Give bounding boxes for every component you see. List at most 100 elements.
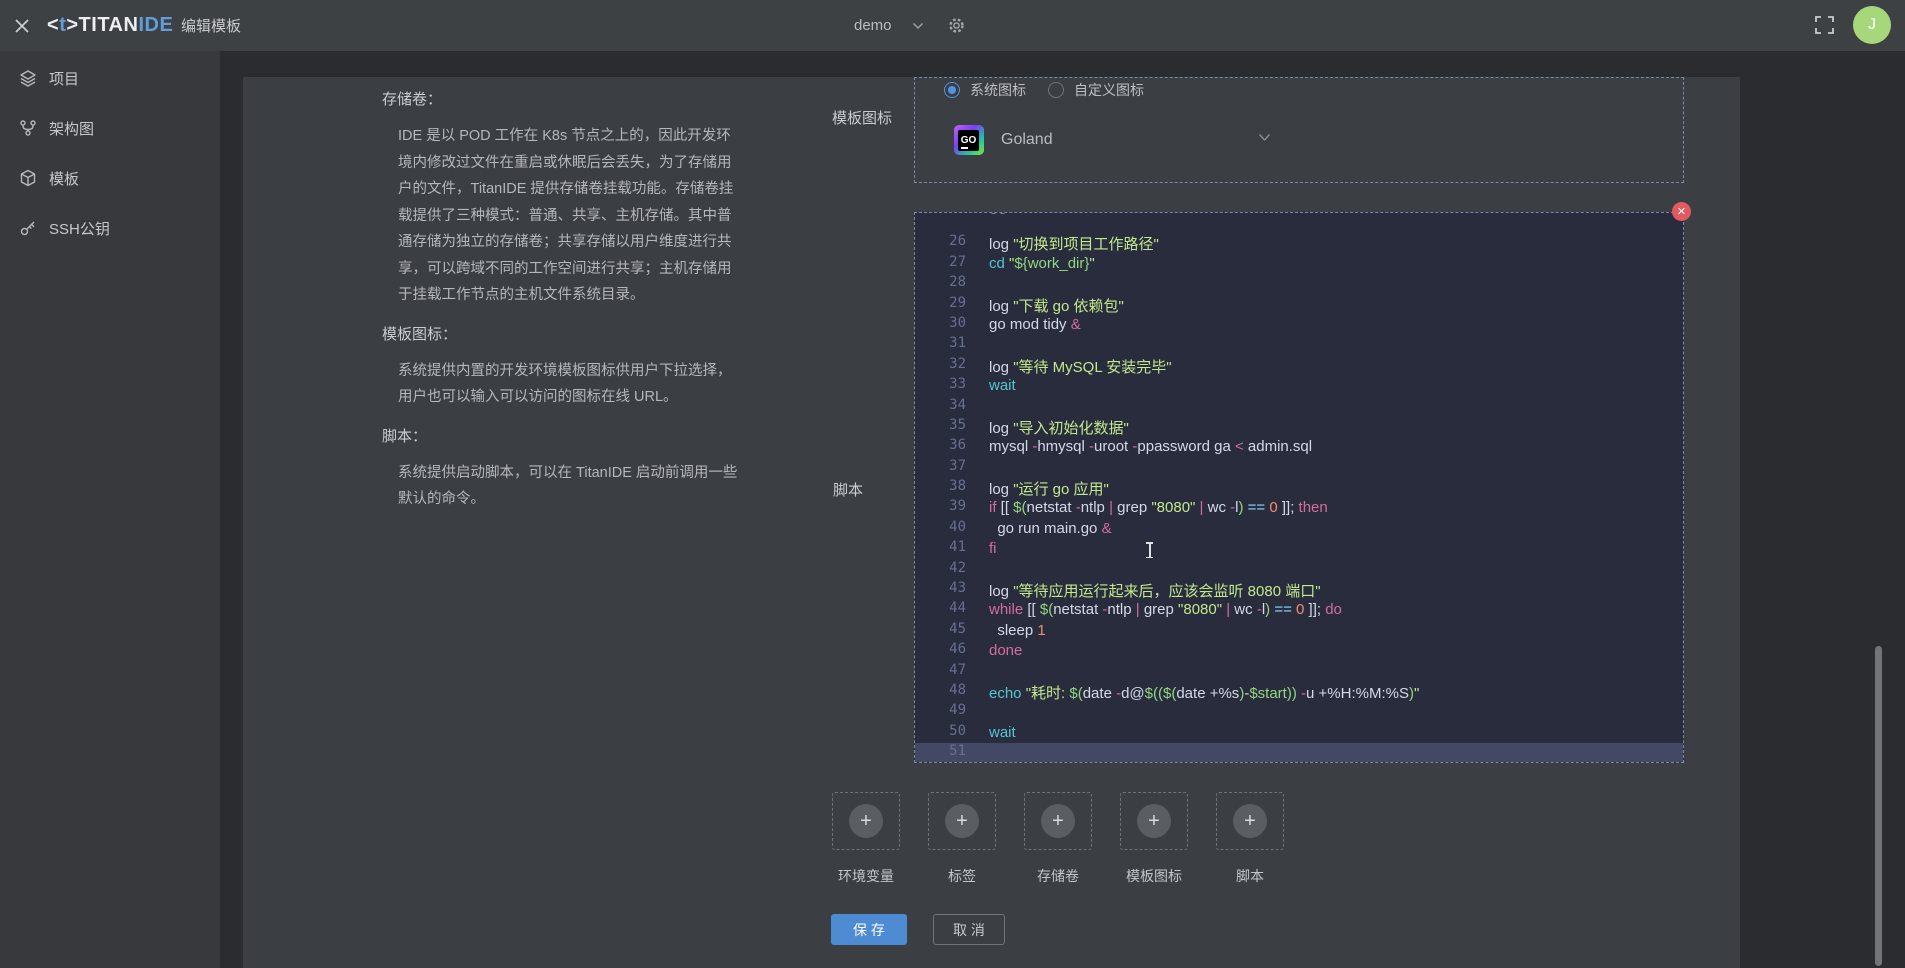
- script-field-label: 脚本: [833, 479, 863, 500]
- radio-dot-icon: [944, 82, 960, 98]
- help-text-line: 系统提供启动脚本，可以在 TitanIDE 启动前调用一些: [382, 460, 802, 487]
- code-line-33[interactable]: 33wait: [915, 376, 1683, 396]
- add-tag-button[interactable]: +: [928, 792, 996, 850]
- app-window: <t>TITANIDE 编辑模板 demo J 项目架构图模板 SSH公钥 存储卷…: [0, 0, 1905, 968]
- line-number: 34: [915, 397, 966, 417]
- code-line-38[interactable]: 38 log "运行 go 应用": [915, 478, 1683, 498]
- radio-custom-icon[interactable]: 自定义图标: [1048, 80, 1144, 100]
- script-editor[interactable]: -- 26log "切换到项目工作路径"27cd "${work_dir}"28…: [914, 212, 1684, 763]
- code-line-30[interactable]: 30go mod tidy &: [915, 315, 1683, 335]
- sidebar-item-templates[interactable]: 模板: [0, 153, 220, 203]
- code-line-40[interactable]: 40 go run main.go &: [915, 519, 1683, 539]
- help-text-line: 通存储为独立的存储卷；共享存储以用户维度进行共: [382, 229, 802, 256]
- code-line-partial: --: [915, 213, 1683, 233]
- line-number: 37: [915, 458, 966, 478]
- sidebar-item-ssh-keys[interactable]: SSH公钥: [0, 203, 220, 253]
- line-number: 44: [915, 600, 966, 620]
- cancel-button[interactable]: 取 消: [933, 914, 1005, 945]
- fullscreen-icon[interactable]: [1815, 16, 1834, 34]
- code-line-35[interactable]: 35log "导入初始化数据": [915, 417, 1683, 437]
- code-line-34[interactable]: 34: [915, 397, 1683, 417]
- project-switcher[interactable]: demo: [854, 0, 965, 51]
- close-icon[interactable]: [12, 16, 32, 36]
- add-template-icon-button[interactable]: +: [1120, 792, 1188, 850]
- code-line-51[interactable]: 51: [915, 743, 1683, 763]
- page-scrollbar[interactable]: [1875, 646, 1882, 966]
- code-text: done: [989, 641, 1022, 661]
- logo-ide: IDE: [138, 14, 173, 37]
- sidebar-item-projects[interactable]: 项目: [0, 53, 220, 103]
- line-number: 40: [915, 519, 966, 539]
- line-number: 32: [915, 356, 966, 376]
- branch-icon: [19, 119, 37, 137]
- add-script-button[interactable]: +: [1216, 792, 1284, 850]
- help-section: 模板图标：系统提供内置的开发环境模板图标供用户下拉选择，用户也可以输入可以访问的…: [382, 321, 802, 411]
- code-line-36[interactable]: 36mysql -hmysql -uroot -ppassword ga < a…: [915, 437, 1683, 457]
- add-item-label: 标签: [928, 866, 996, 886]
- code-line-45[interactable]: 45 sleep 1: [915, 621, 1683, 641]
- code-line-29[interactable]: 29log "下载 go 依赖包": [915, 295, 1683, 315]
- radio-system-icon[interactable]: 系统图标: [944, 80, 1026, 100]
- code-line-43[interactable]: 43 log "等待应用运行起来后，应该会监听 8080 端口": [915, 580, 1683, 600]
- avatar[interactable]: J: [1853, 6, 1891, 44]
- add-env-var-button[interactable]: +: [832, 792, 900, 850]
- code-line-37[interactable]: 37: [915, 458, 1683, 478]
- key-icon: [19, 219, 37, 237]
- code-line-44[interactable]: 44while [[ $(netstat -ntlp | grep "8080"…: [915, 600, 1683, 620]
- code-line-42[interactable]: 42: [915, 560, 1683, 580]
- layers-icon: [19, 69, 37, 87]
- add-item-label: 脚本: [1216, 866, 1284, 886]
- code-line-28[interactable]: 28: [915, 274, 1683, 294]
- icon-select[interactable]: GO Goland: [954, 125, 1053, 155]
- code-line-50[interactable]: 50wait: [915, 723, 1683, 743]
- chevron-down-icon[interactable]: [1258, 133, 1271, 142]
- sidebar-item-architecture[interactable]: 架构图: [0, 103, 220, 153]
- plus-icon: +: [1041, 804, 1075, 838]
- line-number: 36: [915, 437, 966, 457]
- line-number: 27: [915, 254, 966, 274]
- icon-source-radio-group: 系统图标 自定义图标: [944, 82, 1144, 98]
- add-item: +存储卷: [1024, 792, 1092, 886]
- help-panel: 存储卷：IDE 是以 POD 工作在 K8s 节点之上的，因此开发环境内修改过文…: [382, 86, 802, 513]
- line-number: 41: [915, 539, 966, 559]
- plus-icon: +: [1137, 804, 1171, 838]
- code-line-47[interactable]: 47: [915, 662, 1683, 682]
- code-line-27[interactable]: 27cd "${work_dir}": [915, 254, 1683, 274]
- project-name[interactable]: demo: [854, 17, 892, 34]
- top-bar: <t>TITANIDE 编辑模板 demo J: [0, 0, 1905, 51]
- chevron-down-icon[interactable]: [912, 22, 924, 30]
- radio-label: 自定义图标: [1074, 80, 1144, 100]
- help-text-line: 享，可以跨域不同的工作空间进行共享；主机存储用: [382, 256, 802, 283]
- app-logo: <t>TITANIDE: [47, 0, 173, 51]
- sidebar-item-label: SSH公钥: [49, 218, 110, 239]
- add-volume-button[interactable]: +: [1024, 792, 1092, 850]
- line-number: 51: [915, 743, 966, 763]
- code-line-39[interactable]: 39if [[ $(netstat -ntlp | grep "8080" | …: [915, 498, 1683, 518]
- code-line-31[interactable]: 31: [915, 335, 1683, 355]
- line-number: 39: [915, 498, 966, 518]
- code-text: log "等待应用运行起来后，应该会监听 8080 端口": [989, 580, 1321, 600]
- gear-icon[interactable]: [948, 17, 965, 34]
- code-line-49[interactable]: 49: [915, 702, 1683, 722]
- line-number: 43: [915, 580, 966, 600]
- code-line-41[interactable]: 41 fi: [915, 539, 1683, 559]
- radio-dot-icon: [1048, 82, 1064, 98]
- help-text-line: 系统提供内置的开发环境模板图标供用户下拉选择，: [382, 358, 802, 385]
- save-button[interactable]: 保 存: [831, 914, 907, 945]
- code-line-32[interactable]: 32 log "等待 MySQL 安装完毕": [915, 356, 1683, 376]
- plus-icon: +: [1233, 804, 1267, 838]
- form-actions: 保 存 取 消: [831, 914, 1005, 945]
- logo-bracket-open: <: [47, 14, 59, 37]
- code-text: wait: [989, 723, 1016, 743]
- code-line-48[interactable]: 48echo "耗时: $(date -d@$(($(date +%s)-$st…: [915, 682, 1683, 702]
- code-line-26[interactable]: 26log "切换到项目工作路径": [915, 233, 1683, 253]
- goland-icon: GO: [954, 125, 984, 155]
- code-text: fi: [989, 539, 997, 559]
- code-text: log "导入初始化数据": [989, 417, 1129, 437]
- line-number: 38: [915, 478, 966, 498]
- remove-script-badge[interactable]: ✕: [1672, 202, 1691, 221]
- code-text: echo "耗时: $(date -d@$(($(date +%s)-$star…: [989, 682, 1419, 702]
- code-line-46[interactable]: 46done: [915, 641, 1683, 661]
- code-text: log "运行 go 应用": [989, 478, 1109, 498]
- code-text: log "等待 MySQL 安装完毕": [989, 356, 1172, 376]
